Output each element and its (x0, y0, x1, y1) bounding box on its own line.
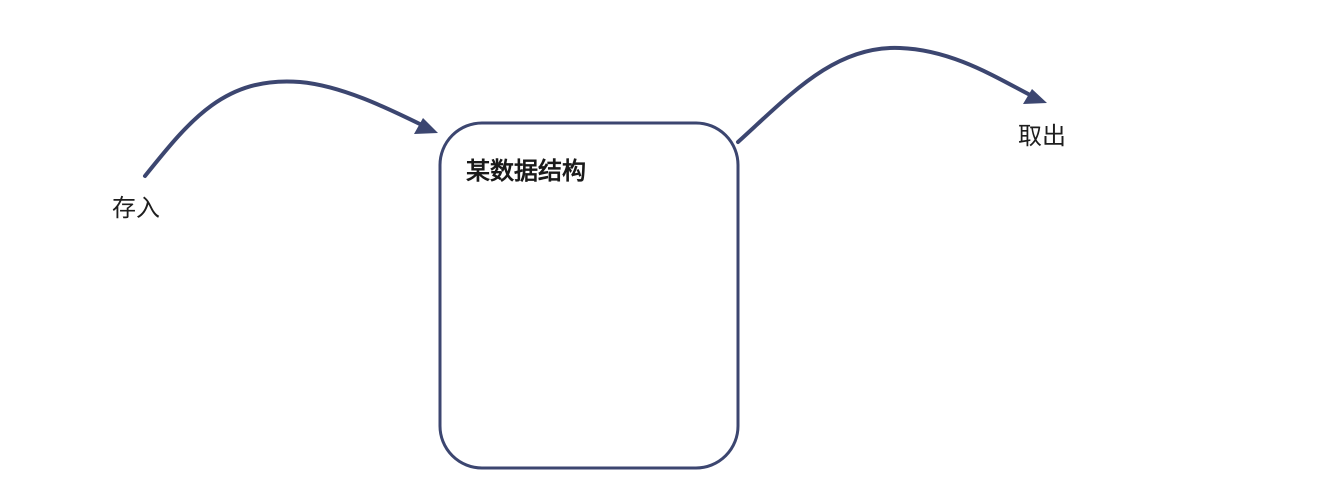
output-label: 取出 (1018, 122, 1066, 150)
data-structure-title: 某数据结构 (466, 157, 586, 185)
input-arrow-head (414, 118, 438, 134)
output-arrow-line (736, 45, 1038, 144)
input-arrow-line (143, 79, 430, 178)
diagram-canvas (143, 45, 1047, 470)
input-label: 存入 (112, 194, 160, 222)
